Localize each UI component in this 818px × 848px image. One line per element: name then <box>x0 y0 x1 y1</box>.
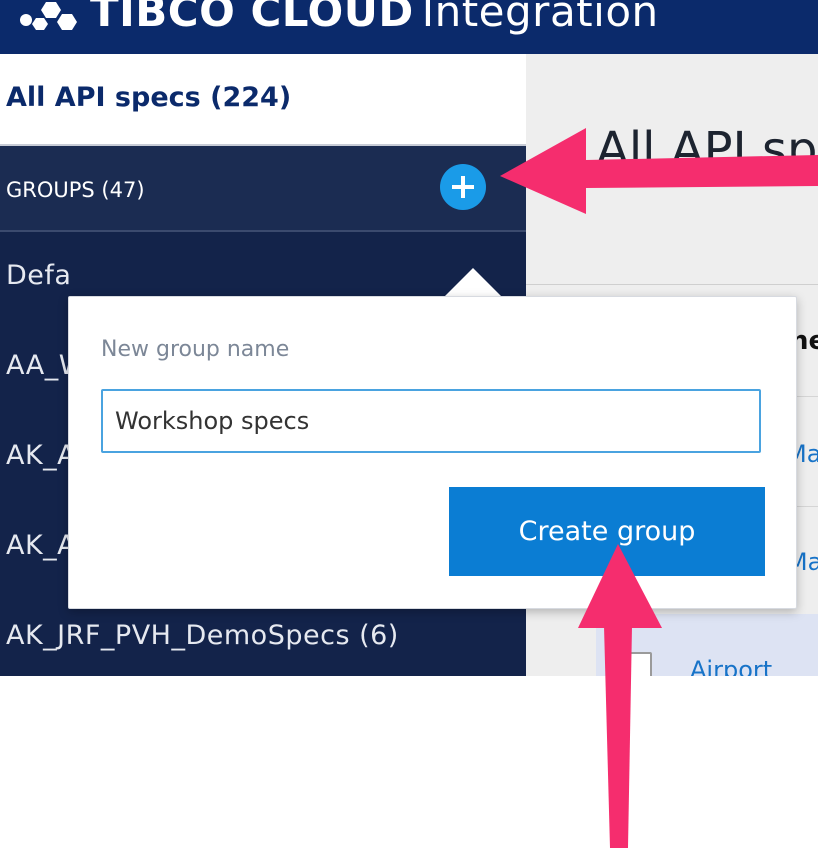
app-header: TIBCO CLOUD Integration <box>0 0 818 54</box>
page-title: All API sp <box>596 122 818 178</box>
add-group-button[interactable] <box>440 164 486 210</box>
new-group-popover: New group name Workshop specs Create gro… <box>68 296 797 609</box>
divider <box>526 284 818 285</box>
popover-caret <box>443 268 503 298</box>
app-body: All API specs (224) GROUPS (47) Defa AA_… <box>0 54 818 676</box>
all-api-specs-label: All API specs (224) <box>6 82 292 113</box>
row-checkbox[interactable] <box>626 652 652 676</box>
all-api-specs-item[interactable]: All API specs (224) <box>0 54 526 146</box>
new-group-name-label: New group name <box>101 337 290 362</box>
sidebar-group-item[interactable]: Defa <box>6 260 71 291</box>
tibco-logo-icon <box>20 2 77 30</box>
groups-header: GROUPS (47) <box>0 146 526 232</box>
brand-title: TIBCO CLOUD Integration <box>90 0 659 38</box>
sidebar-group-item[interactable]: AK_JRF_PVH_DemoSpecs (6) <box>6 620 399 651</box>
create-group-button[interactable]: Create group <box>449 487 765 576</box>
spec-link[interactable]: Airport <box>690 656 772 676</box>
groups-label: GROUPS (47) <box>6 178 145 202</box>
brand-name: TIBCO CLOUD <box>90 0 414 36</box>
sidebar-group-item[interactable]: AK_A <box>6 440 76 471</box>
group-name-input[interactable]: Workshop specs <box>101 389 761 453</box>
plus-icon <box>452 176 474 198</box>
brand-product: Integration <box>421 0 659 36</box>
